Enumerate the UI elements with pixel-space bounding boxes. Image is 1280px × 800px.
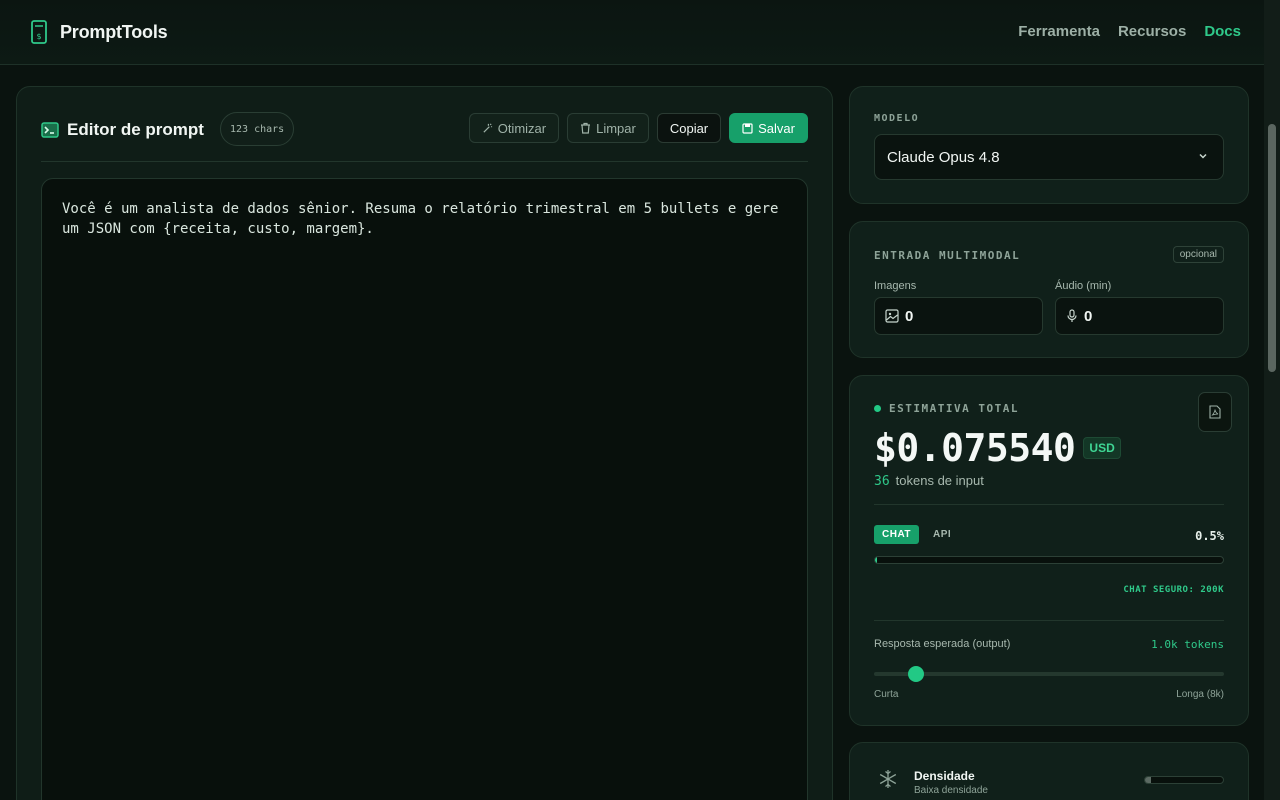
main-nav: Ferramenta Recursos Docs [1018, 23, 1241, 40]
save-button[interactable]: Salvar [729, 113, 808, 143]
input-tokens: 36 tokens de input [874, 473, 984, 489]
slider-min-label: Curta [874, 689, 899, 700]
image-icon [885, 309, 899, 323]
wand-icon [483, 122, 492, 133]
density-bar [1144, 776, 1224, 784]
chevron-down-icon [1199, 153, 1207, 159]
snowflake-icon [879, 770, 897, 788]
prompt-textarea[interactable]: Você é um analista de dados sênior. Resu… [41, 178, 808, 800]
optional-badge: opcional [1172, 246, 1224, 263]
model-label: MODELO [874, 113, 920, 124]
context-usage-fill [875, 557, 878, 563]
brand[interactable]: $ PromptTools [30, 20, 168, 44]
density-bar-fill [1145, 777, 1152, 783]
editor-title-text: Editor de prompt [67, 120, 204, 139]
page-scrollbar[interactable] [1264, 0, 1280, 800]
model-select[interactable]: Claude Opus 4.8 [874, 134, 1224, 180]
editor-header: Editor de prompt 123 chars Otimizar Limp… [41, 112, 808, 146]
optimize-label: Otimizar [497, 120, 547, 136]
estimate-divider-1 [874, 504, 1224, 505]
clear-label: Limpar [596, 120, 636, 136]
save-label: Salvar [758, 120, 795, 136]
editor-title: Editor de prompt [41, 120, 204, 140]
price-value: $0.075540 [874, 426, 1076, 470]
images-value: 0 [905, 307, 914, 325]
density-card: Densidade Baixa densidade [849, 742, 1249, 800]
scrollbar-thumb[interactable] [1268, 124, 1276, 372]
model-selected: Claude Opus 4.8 [887, 148, 1000, 166]
audio-label: Áudio (min) [1055, 280, 1112, 292]
mode-tabs: CHAT API [874, 525, 959, 544]
prompt-editor-panel: Editor de prompt 123 chars Otimizar Limp… [16, 86, 833, 800]
context-usage-bar [874, 556, 1224, 564]
audio-value: 0 [1084, 307, 1093, 325]
top-header: $ PromptTools Ferramenta Recursos Docs [0, 0, 1264, 65]
multimodal-label: ENTRADA MULTIMODAL [874, 249, 1021, 262]
model-card: MODELO Claude Opus 4.8 [849, 86, 1249, 204]
copy-label: Copiar [669, 120, 709, 136]
price-display: $0.075540 USD [874, 426, 1121, 470]
copy-button[interactable]: Copiar [656, 113, 722, 143]
slider-max-label: Longa (8k) [1176, 689, 1224, 700]
images-label: Imagens [874, 280, 917, 292]
terminal-icon [41, 122, 59, 138]
multimodal-card: ENTRADA MULTIMODAL opcional Imagens 0 Áu… [849, 221, 1249, 358]
audio-input[interactable]: 0 [1055, 297, 1224, 335]
output-slider-thumb[interactable] [908, 666, 924, 682]
density-subtitle: Baixa densidade [914, 785, 988, 796]
estimate-card: ESTIMATIVA TOTAL $0.075540 USD 36 tokens … [849, 375, 1249, 726]
microphone-icon [1067, 309, 1077, 322]
density-title: Densidade [914, 769, 975, 783]
char-count-badge: 123 chars [220, 112, 295, 146]
clear-button[interactable]: Limpar [567, 113, 649, 143]
status-dot [874, 405, 881, 412]
svg-text:$: $ [36, 32, 41, 41]
editor-divider [41, 161, 808, 162]
estimate-divider-2 [874, 620, 1224, 621]
currency-badge: USD [1083, 437, 1121, 459]
input-tokens-label: tokens de input [895, 473, 984, 488]
estimate-label: ESTIMATIVA TOTAL [889, 402, 1019, 415]
output-slider[interactable] [874, 666, 1224, 682]
nav-recursos[interactable]: Recursos [1118, 23, 1186, 40]
brand-name: PromptTools [60, 21, 168, 42]
input-tokens-count: 36 [874, 474, 890, 489]
trash-icon [581, 122, 591, 134]
tab-chat[interactable]: CHAT [874, 525, 920, 544]
export-pdf-button[interactable] [1198, 392, 1232, 432]
chat-safe-label: CHAT SEGURO: 200K [1123, 585, 1224, 595]
response-value: 1.0k tokens [1151, 638, 1224, 651]
images-input[interactable]: 0 [874, 297, 1043, 335]
response-label: Resposta esperada (output) [874, 638, 1011, 650]
optimize-button[interactable]: Otimizar [468, 113, 560, 143]
tab-api[interactable]: API [925, 525, 959, 544]
pdf-icon [1209, 405, 1221, 419]
receipt-icon: $ [31, 20, 47, 44]
nav-docs[interactable]: Docs [1204, 23, 1241, 40]
editor-actions: Otimizar Limpar Copiar Salvar [468, 113, 808, 143]
context-percent: 0.5% [1195, 529, 1224, 543]
estimate-heading: ESTIMATIVA TOTAL [874, 402, 1019, 415]
nav-ferramenta[interactable]: Ferramenta [1018, 23, 1100, 40]
floppy-icon [742, 122, 753, 134]
